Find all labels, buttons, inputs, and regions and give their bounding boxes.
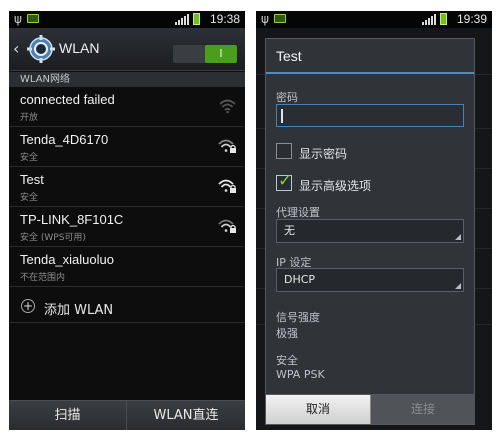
- page-title: WLAN: [59, 40, 100, 56]
- wifi-connect-dialog: Test 密码 显示密码 ✓ 显示高级选项 代理设置 无 IP 设定 DHCP …: [265, 38, 475, 425]
- wifi-open-icon: [219, 99, 236, 114]
- usb-icon: ψ: [261, 12, 269, 26]
- wlan-toggle[interactable]: I: [173, 45, 237, 63]
- dropdown-corner-icon: [455, 234, 461, 240]
- wifi-locked-icon: [218, 219, 236, 233]
- show-password-label[interactable]: 显示密码: [299, 145, 347, 162]
- status-time: 19:39: [456, 12, 487, 26]
- bottom-bar: 扫描 WLAN直连: [9, 400, 245, 430]
- wlan-direct-button[interactable]: WLAN直连: [127, 401, 245, 430]
- battery-icon: [440, 13, 447, 25]
- network-item[interactable]: Test 安全: [9, 167, 245, 207]
- proxy-label: 代理设置: [276, 206, 320, 219]
- signal-strength-label: 信号强度: [276, 311, 320, 324]
- network-status: 不在范围内: [20, 273, 66, 283]
- password-label: 密码: [276, 91, 298, 104]
- wlan-dialog-screen: ψ 19:39 Test 密码 显示密码 ✓ 显示高级选项 代理设置 无 IP …: [256, 11, 492, 430]
- network-ssid: TP-LINK_8F101C: [20, 212, 124, 227]
- ip-settings-value: DHCP: [284, 273, 316, 286]
- network-item[interactable]: TP-LINK_8F101C 安全 (WPS可用): [9, 207, 245, 247]
- connect-button[interactable]: 连接: [371, 395, 475, 424]
- network-item[interactable]: connected failed 开放: [9, 87, 245, 127]
- signal-strength-icon: [175, 14, 189, 25]
- security-value: WPA PSK: [276, 368, 325, 381]
- proxy-value: 无: [284, 224, 295, 237]
- network-status: 安全: [20, 193, 39, 203]
- signal-strength-value: 极强: [276, 327, 298, 340]
- network-status: 开放: [20, 113, 39, 123]
- usb-icon: ψ: [14, 12, 22, 26]
- plus-icon: +: [21, 299, 35, 313]
- network-status: 安全: [20, 153, 39, 163]
- dialog-buttons: 取消 连接: [266, 394, 475, 424]
- ip-settings-select[interactable]: DHCP: [276, 268, 464, 292]
- wlan-settings-screen: ψ 19:38 ‹ WLAN I WLAN网络 connected failed…: [9, 11, 245, 430]
- show-advanced-checkbox[interactable]: ✓: [276, 171, 292, 191]
- status-bar: ψ 19:39: [256, 11, 492, 28]
- gear-icon: [27, 35, 55, 63]
- add-wlan-button[interactable]: + 添加 WLAN: [9, 287, 245, 323]
- checkmark-icon: ✓: [278, 171, 293, 191]
- wlan-toggle-knob[interactable]: I: [205, 45, 237, 63]
- add-wlan-label: 添加 WLAN: [44, 303, 114, 318]
- status-time: 19:38: [209, 12, 240, 26]
- wifi-locked-icon: [218, 179, 236, 193]
- wifi-locked-icon: [218, 139, 236, 153]
- password-input[interactable]: [276, 104, 464, 127]
- network-ssid: Tenda_4D6170: [20, 132, 109, 147]
- status-bar: ψ 19:38: [9, 11, 245, 28]
- text-cursor: [281, 109, 283, 123]
- network-item[interactable]: Tenda_xialuoluo 不在范围内: [9, 247, 245, 287]
- show-password-checkbox[interactable]: [276, 143, 292, 159]
- dialog-title: Test: [266, 39, 474, 74]
- proxy-select[interactable]: 无: [276, 219, 464, 243]
- show-advanced-label[interactable]: 显示高级选项: [299, 177, 371, 194]
- network-ssid: connected failed: [20, 92, 115, 107]
- action-bar: ‹ WLAN I: [9, 28, 245, 71]
- signal-strength-icon: [422, 14, 436, 25]
- section-header: WLAN网络: [9, 72, 245, 87]
- network-item[interactable]: Tenda_4D6170 安全: [9, 127, 245, 167]
- battery-icon: [193, 13, 200, 25]
- notification-icon: [274, 14, 286, 23]
- notification-icon: [27, 14, 39, 23]
- network-status: 安全 (WPS可用): [20, 233, 86, 243]
- back-icon[interactable]: ‹: [13, 39, 19, 58]
- network-ssid: Test: [20, 172, 44, 187]
- network-ssid: Tenda_xialuoluo: [20, 252, 114, 267]
- security-label: 安全: [276, 354, 298, 367]
- network-list: connected failed 开放 Tenda_4D6170 安全 Test: [9, 87, 245, 287]
- scan-button[interactable]: 扫描: [9, 401, 127, 430]
- dropdown-corner-icon: [455, 283, 461, 289]
- cancel-button[interactable]: 取消: [266, 395, 371, 424]
